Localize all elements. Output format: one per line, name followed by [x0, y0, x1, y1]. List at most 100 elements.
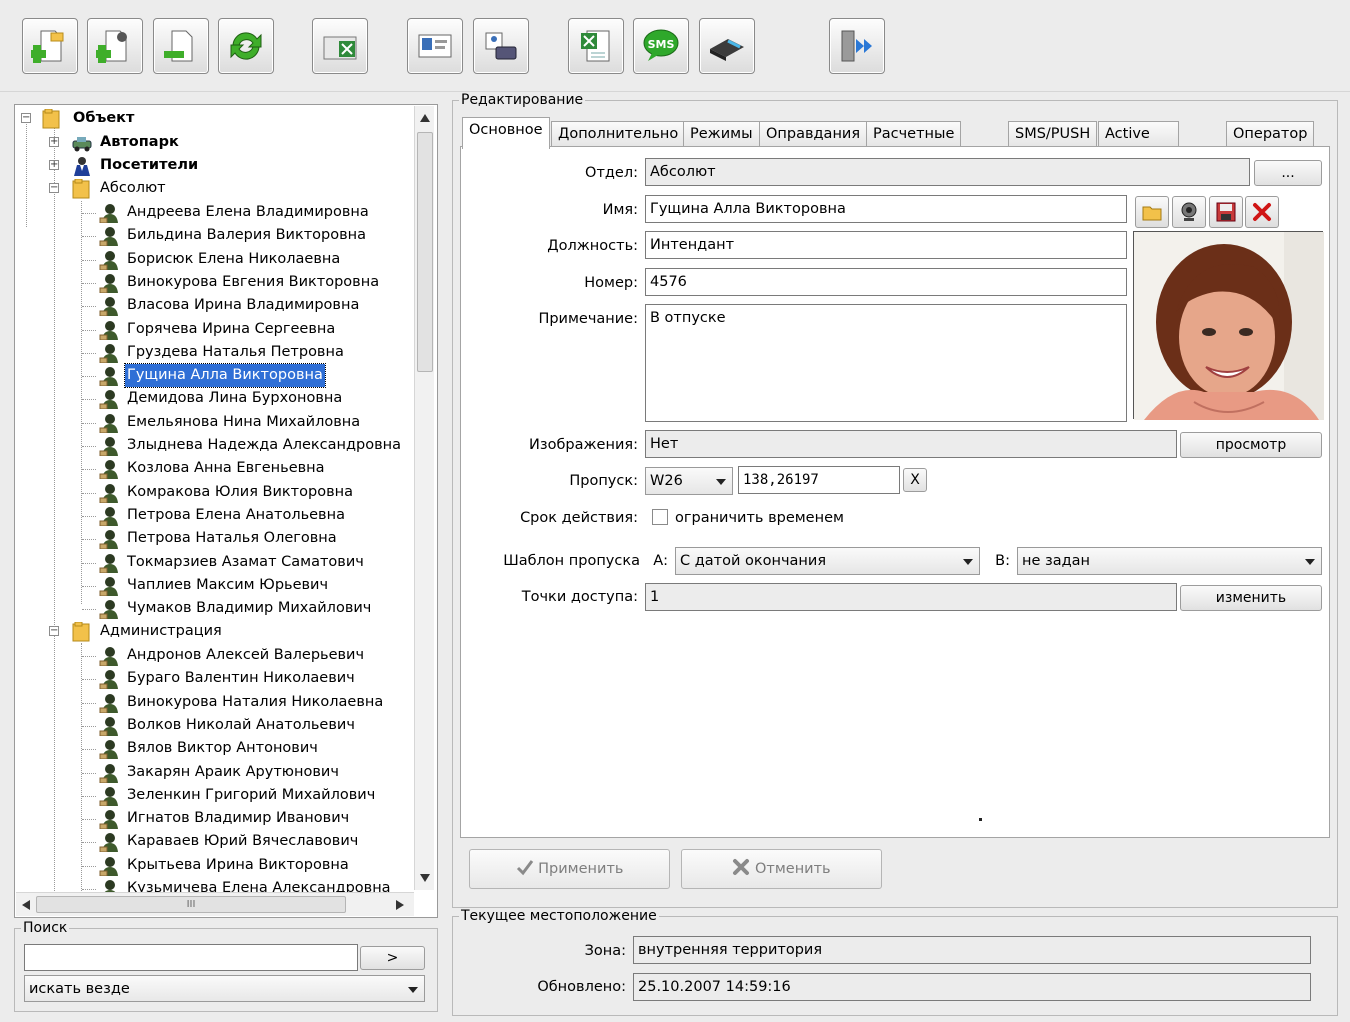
id-card-button[interactable] [407, 18, 463, 74]
tree-line [82, 795, 96, 797]
access-points-field[interactable]: 1 [645, 583, 1177, 611]
scroll-up-icon[interactable] [420, 114, 430, 122]
tab-accounts[interactable]: Расчетные счета [866, 121, 962, 167]
note-label: Примечание: [538, 311, 638, 327]
folder-icon [72, 622, 90, 642]
tree-line [82, 562, 96, 564]
updated-field[interactable]: 25.10.2007 14:59:16 [633, 973, 1311, 1001]
tree-vertical-scrollbar[interactable] [414, 106, 434, 890]
photo-delete-button[interactable] [1245, 196, 1279, 228]
apply-button[interactable]: Применить [469, 849, 670, 889]
tree-horizontal-scrollbar[interactable]: III [16, 892, 414, 916]
department-browse-button[interactable]: ... [1254, 160, 1322, 186]
person-icon [99, 273, 118, 293]
name-field[interactable]: Гущина Алла Викторовна [645, 195, 1127, 223]
tab-excuses[interactable]: Оправдания [759, 121, 868, 148]
remove-button[interactable] [153, 18, 209, 74]
person-icon [99, 390, 118, 410]
validity-checkbox-label[interactable]: ограничить временем [675, 504, 844, 532]
location-legend: Текущее местоположение [461, 908, 657, 924]
tab-active-directory[interactable]: Active Directory [1098, 121, 1179, 167]
photo-save-button[interactable] [1209, 196, 1243, 228]
person-icon [99, 647, 118, 666]
photo-open-button[interactable] [1135, 196, 1169, 228]
scroll-left-icon[interactable] [22, 900, 30, 910]
person-icon [99, 553, 118, 573]
tree-line [82, 842, 96, 844]
cancel-button[interactable]: Отменить [681, 849, 882, 889]
visitors-icon [74, 157, 90, 176]
tree-person-label: Винокурова Евгения Викторовна [127, 273, 380, 290]
department-field[interactable]: Абсолют [645, 158, 1250, 186]
person-icon [99, 343, 118, 363]
position-field[interactable]: Интендант [645, 231, 1127, 259]
tree-line [82, 819, 96, 821]
zone-field[interactable]: внутренняя территория [633, 936, 1311, 964]
tree-line [82, 492, 96, 494]
pass-clear-button[interactable]: X [903, 468, 927, 492]
scroll-thumb[interactable] [417, 132, 433, 372]
expand-icon[interactable]: + [49, 160, 59, 170]
tree-line [82, 236, 96, 238]
tree-person-label: Игнатов Владимир Иванович [127, 810, 350, 827]
images-field[interactable]: Нет [645, 430, 1177, 458]
tab-additional[interactable]: Дополнительно [551, 121, 686, 148]
note-field[interactable]: В отпуске [645, 304, 1127, 422]
person-icon [99, 576, 118, 596]
tree-person-label: Винокурова Наталия Николаевна [127, 693, 384, 710]
exit-door-icon [841, 30, 872, 62]
validity-checkbox[interactable] [652, 509, 668, 525]
exit-button[interactable] [829, 18, 885, 74]
search-go-button[interactable]: > [360, 946, 425, 970]
excel-export-button[interactable] [568, 18, 624, 74]
pass-type-select[interactable]: W26 [645, 467, 733, 495]
tree-person-label: Крытьева Ирина Викторовна [127, 856, 349, 873]
template-a-label: А: [653, 553, 668, 569]
collapse-icon[interactable]: − [21, 113, 31, 123]
person-icon [99, 227, 118, 247]
tree-person-label: Чаплиев Максим Юрьевич [127, 576, 329, 593]
pass-code-field[interactable]: 138,26197 [738, 466, 900, 494]
tree-line [82, 446, 96, 447]
tab-main[interactable]: Основное [462, 117, 550, 149]
person-icon [99, 437, 118, 456]
add-folder-button[interactable] [22, 18, 78, 74]
search-input[interactable] [24, 944, 358, 971]
tree-line [82, 679, 96, 681]
scroll-down-icon[interactable] [420, 874, 430, 882]
collapse-icon[interactable]: − [49, 183, 59, 193]
scroll-right-icon[interactable] [396, 900, 404, 910]
view-images-button[interactable]: просмотр [1180, 432, 1322, 458]
tab-sms-push[interactable]: SMS/PUSH [1008, 121, 1098, 148]
collapse-icon[interactable]: − [49, 626, 59, 636]
add-person-button[interactable] [87, 18, 143, 74]
tree-person-label: Комракова Юлия Викторовна [127, 483, 353, 500]
search-scope-value: искать везде [29, 981, 130, 997]
tree-person-label: Власова Ирина Владимировна [127, 297, 360, 314]
tree-group-label: Посетители [100, 157, 199, 173]
tab-operator[interactable]: Оператор [1226, 121, 1315, 148]
tab-modes[interactable]: Режимы [683, 121, 760, 148]
sms-button[interactable]: SMS [633, 18, 689, 74]
template-a-select[interactable]: С датой окончания [675, 547, 980, 575]
tree-line [82, 306, 96, 308]
toolbar: SMS [0, 0, 1350, 92]
scanner-person-button[interactable] [473, 18, 529, 74]
card-reader-button[interactable] [699, 18, 755, 74]
search-scope-select[interactable]: искать везде [24, 975, 425, 1002]
person-icon [99, 530, 118, 550]
tree-person-label: Токмарзиев Азамат Саматович [127, 553, 364, 570]
photo-webcam-button[interactable] [1172, 196, 1206, 228]
tree-person-label: Емельянова Нина Михайловна [127, 413, 361, 430]
template-b-value: не задан [1022, 553, 1090, 569]
object-tree: − Объект + Автопарк + Посетители − Абсол… [14, 104, 438, 918]
position-label: Должность: [547, 238, 638, 254]
hscroll-thumb[interactable]: III [36, 896, 346, 913]
excel-card-button[interactable] [312, 18, 368, 74]
refresh-button[interactable] [218, 18, 274, 74]
tree-person-label: Злыднева Надежда Александровна [127, 437, 402, 453]
change-access-points-button[interactable]: изменить [1180, 585, 1322, 611]
template-b-select[interactable]: не задан [1017, 547, 1322, 575]
number-field[interactable]: 4576 [645, 268, 1127, 296]
expand-icon[interactable]: + [49, 137, 59, 147]
